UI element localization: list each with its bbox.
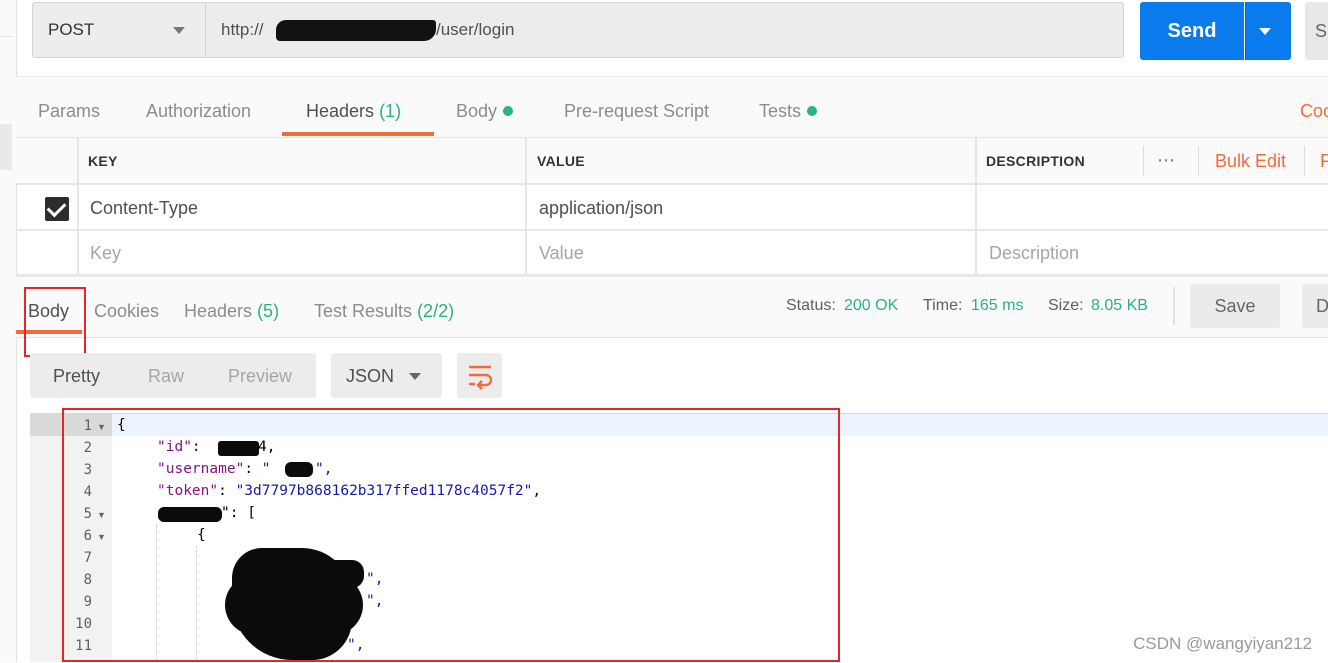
response-tab-headers[interactable]: Headers (5) xyxy=(184,301,279,322)
tab-headers-label: Headers xyxy=(306,101,375,121)
tab-body-label: Body xyxy=(456,101,498,121)
column-divider xyxy=(77,138,79,276)
response-tab-test-results[interactable]: Test Results (2/2) xyxy=(314,301,454,322)
column-header-key: KEY xyxy=(88,153,118,169)
status-label: Status: xyxy=(786,297,836,314)
watermark: CSDN @wangyiyan212 xyxy=(1133,634,1312,653)
column-divider xyxy=(525,138,527,276)
save-response-button[interactable]: Save xyxy=(1190,284,1280,328)
view-pretty-button[interactable]: Pretty xyxy=(53,366,100,387)
wrap-lines-icon xyxy=(469,365,493,390)
sidebar-selected-item[interactable] xyxy=(0,124,12,170)
time-label: Time: xyxy=(923,297,963,314)
chevron-down-icon xyxy=(409,373,421,380)
header-key-cell[interactable]: Content-Type xyxy=(90,198,198,219)
code-link[interactable]: Coo xyxy=(1300,101,1328,122)
presets-link[interactable]: P xyxy=(1320,151,1328,172)
chevron-down-icon xyxy=(1259,28,1271,35)
download-button[interactable]: D xyxy=(1302,284,1328,328)
tab-headers[interactable]: Headers (1) xyxy=(306,101,401,122)
header-value-cell[interactable]: application/json xyxy=(539,198,663,219)
url-path: /user/login xyxy=(436,20,515,39)
headers-table-header xyxy=(16,138,1328,185)
column-header-value: VALUE xyxy=(537,153,585,169)
tab-params[interactable]: Params xyxy=(38,101,100,122)
url-prefix: http:// xyxy=(221,20,264,39)
save-request-button[interactable]: S xyxy=(1305,2,1328,60)
toolbar-divider xyxy=(1198,146,1199,176)
row-divider xyxy=(16,229,1328,231)
bulk-edit-link[interactable]: Bulk Edit xyxy=(1215,151,1286,172)
tab-tests-label: Tests xyxy=(759,101,802,121)
toolbar-divider xyxy=(1173,287,1175,325)
tab-authorization[interactable]: Authorization xyxy=(146,101,251,122)
response-tab-headers-label: Headers xyxy=(184,301,253,321)
response-tab-cookies[interactable]: Cookies xyxy=(94,301,159,322)
chevron-down-icon xyxy=(173,27,185,34)
view-preview-button[interactable]: Preview xyxy=(228,366,292,387)
new-description-input[interactable]: Description xyxy=(989,243,1079,264)
send-button[interactable]: Send xyxy=(1140,2,1244,60)
sidebar-divider xyxy=(0,36,12,37)
annotation-box xyxy=(62,408,840,662)
tab-body[interactable]: Body xyxy=(456,101,514,122)
tab-headers-count: (1) xyxy=(379,101,402,121)
method-label: POST xyxy=(48,20,95,39)
annotation-box xyxy=(24,287,86,357)
toolbar-divider xyxy=(1304,146,1305,176)
status-dot-icon xyxy=(503,106,514,116)
active-tab-indicator xyxy=(282,132,434,136)
new-value-input[interactable]: Value xyxy=(539,243,584,264)
status-dot-icon xyxy=(807,106,818,116)
time-value: 165 ms xyxy=(971,297,1024,314)
tab-prerequest-script[interactable]: Pre-request Script xyxy=(564,101,709,122)
wrap-lines-button[interactable] xyxy=(457,353,502,398)
size-label: Size: xyxy=(1048,297,1084,314)
sidebar-edge xyxy=(0,0,17,662)
status-value: 200 OK xyxy=(844,297,899,314)
tab-tests[interactable]: Tests xyxy=(759,101,818,122)
test-results-count: (2/2) xyxy=(417,301,455,321)
response-headers-count: (5) xyxy=(257,301,280,321)
column-header-description: DESCRIPTION xyxy=(986,153,1085,169)
size-value: 8.05 KB xyxy=(1091,297,1148,314)
column-divider xyxy=(975,138,977,276)
redaction-mark xyxy=(276,20,436,41)
format-select-label: JSON xyxy=(346,366,395,386)
toolbar-divider xyxy=(1143,146,1144,176)
view-raw-button[interactable]: Raw xyxy=(148,366,184,387)
test-results-label: Test Results xyxy=(314,301,413,321)
new-key-input[interactable]: Key xyxy=(90,243,121,264)
more-options-icon[interactable]: ⋯ xyxy=(1157,150,1176,171)
